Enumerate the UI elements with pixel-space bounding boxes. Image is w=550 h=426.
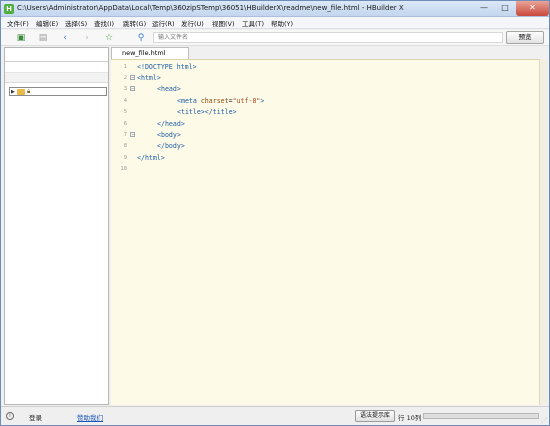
- line-number: 10: [120, 166, 127, 172]
- toolbar: ▣ ▤ ‹ › ☆ ⚲ 预览: [1, 30, 549, 46]
- search-file-icon[interactable]: ⚲: [135, 32, 147, 44]
- cursor-position: 行 10列: [398, 414, 422, 422]
- menu-edit[interactable]: 编辑(E): [36, 18, 58, 28]
- maximize-button[interactable]: □: [495, 1, 515, 16]
- code-token: <meta: [177, 97, 201, 105]
- editor-tab-bar: new_file.html: [111, 47, 548, 59]
- zoom-slider[interactable]: [423, 413, 539, 419]
- menu-run[interactable]: 运行(R): [152, 18, 175, 28]
- title-bar: H C:\Users\Administrator\AppData\Local\T…: [1, 1, 549, 17]
- file-search-input[interactable]: [153, 32, 503, 43]
- menu-publish[interactable]: 发行(U): [181, 18, 204, 28]
- code-line: </head>: [157, 120, 185, 128]
- line-number: 2: [123, 75, 127, 81]
- line-number: 6: [123, 121, 127, 127]
- expand-arrow-icon[interactable]: ▶: [11, 88, 15, 96]
- preview-button[interactable]: 预览: [506, 31, 544, 44]
- sponsor-link[interactable]: 赞助我们: [77, 412, 103, 422]
- line-number: 8: [123, 143, 127, 149]
- hbuilder-app-icon: H: [4, 4, 14, 14]
- menu-tools[interactable]: 工具(T): [242, 18, 264, 28]
- code-line: <head>: [157, 85, 181, 93]
- close-button[interactable]: ✕: [516, 1, 549, 16]
- menu-find[interactable]: 查找(I): [94, 18, 114, 28]
- line-number: 3: [123, 86, 127, 92]
- code-line: </html>: [137, 154, 165, 162]
- menu-file[interactable]: 文件(F): [7, 18, 29, 28]
- lock-icon: 🔒︎: [27, 88, 31, 95]
- folder-icon: [17, 89, 25, 95]
- fold-toggle-icon[interactable]: −: [130, 132, 135, 137]
- back-icon[interactable]: ‹: [59, 32, 71, 44]
- line-number: 9: [123, 155, 127, 161]
- line-number: 1: [123, 64, 127, 70]
- menu-help[interactable]: 帮助(Y): [271, 18, 293, 28]
- line-number: 5: [123, 109, 127, 115]
- code-editor[interactable]: 1 2 3 4 5 6 7 8 9 10 − − − <!DOCTYPE htm…: [111, 59, 539, 405]
- menu-bar: 文件(F) 编辑(E) 选择(S) 查找(I) 跳转(G) 运行(R) 发行(U…: [1, 17, 549, 29]
- status-bar: i 登录 赞助我们 语法提示库 行 10列 ⋰: [1, 406, 549, 425]
- window-title: C:\Users\Administrator\AppData\Local\Tem…: [17, 4, 404, 12]
- code-line: <body>: [157, 131, 181, 139]
- code-string: "utf-8": [232, 97, 261, 105]
- syntax-hint-button[interactable]: 语法提示库: [355, 410, 395, 422]
- tab-new-file-html[interactable]: new_file.html: [111, 47, 189, 59]
- code-line: <html>: [137, 74, 161, 82]
- code-line: <!DOCTYPE html>: [137, 63, 197, 71]
- menu-view[interactable]: 视图(V): [212, 18, 235, 28]
- project-explorer: ▶ 🔒︎: [4, 47, 109, 405]
- code-token: >: [260, 97, 265, 105]
- line-number: 4: [123, 98, 127, 104]
- forward-icon[interactable]: ›: [81, 32, 93, 44]
- app-window: H C:\Users\Administrator\AppData\Local\T…: [0, 0, 550, 426]
- editor-scrollbar[interactable]: [539, 59, 548, 405]
- menu-select[interactable]: 选择(S): [65, 18, 87, 28]
- menu-goto[interactable]: 跳转(G): [123, 18, 146, 28]
- info-icon[interactable]: i: [6, 412, 14, 420]
- code-line: <meta charset="utf-8">: [177, 97, 264, 105]
- minimize-button[interactable]: —: [474, 1, 494, 16]
- fold-toggle-icon[interactable]: −: [130, 86, 135, 91]
- code-attribute: charset: [200, 97, 229, 105]
- login-link[interactable]: 登录: [29, 412, 42, 422]
- save-icon[interactable]: ▤: [37, 32, 49, 44]
- new-file-icon[interactable]: ▣: [15, 32, 27, 44]
- line-number: 7: [123, 132, 127, 138]
- fold-toggle-icon[interactable]: −: [130, 75, 135, 80]
- star-icon[interactable]: ☆: [103, 32, 115, 44]
- project-tree-root[interactable]: ▶ 🔒︎: [9, 87, 107, 96]
- code-line: </body>: [157, 142, 185, 150]
- project-explorer-header: [5, 72, 108, 83]
- project-explorer-tab[interactable]: [5, 48, 108, 62]
- code-line: <title></title>: [177, 108, 237, 116]
- resize-grip-icon[interactable]: ⋰: [541, 417, 547, 424]
